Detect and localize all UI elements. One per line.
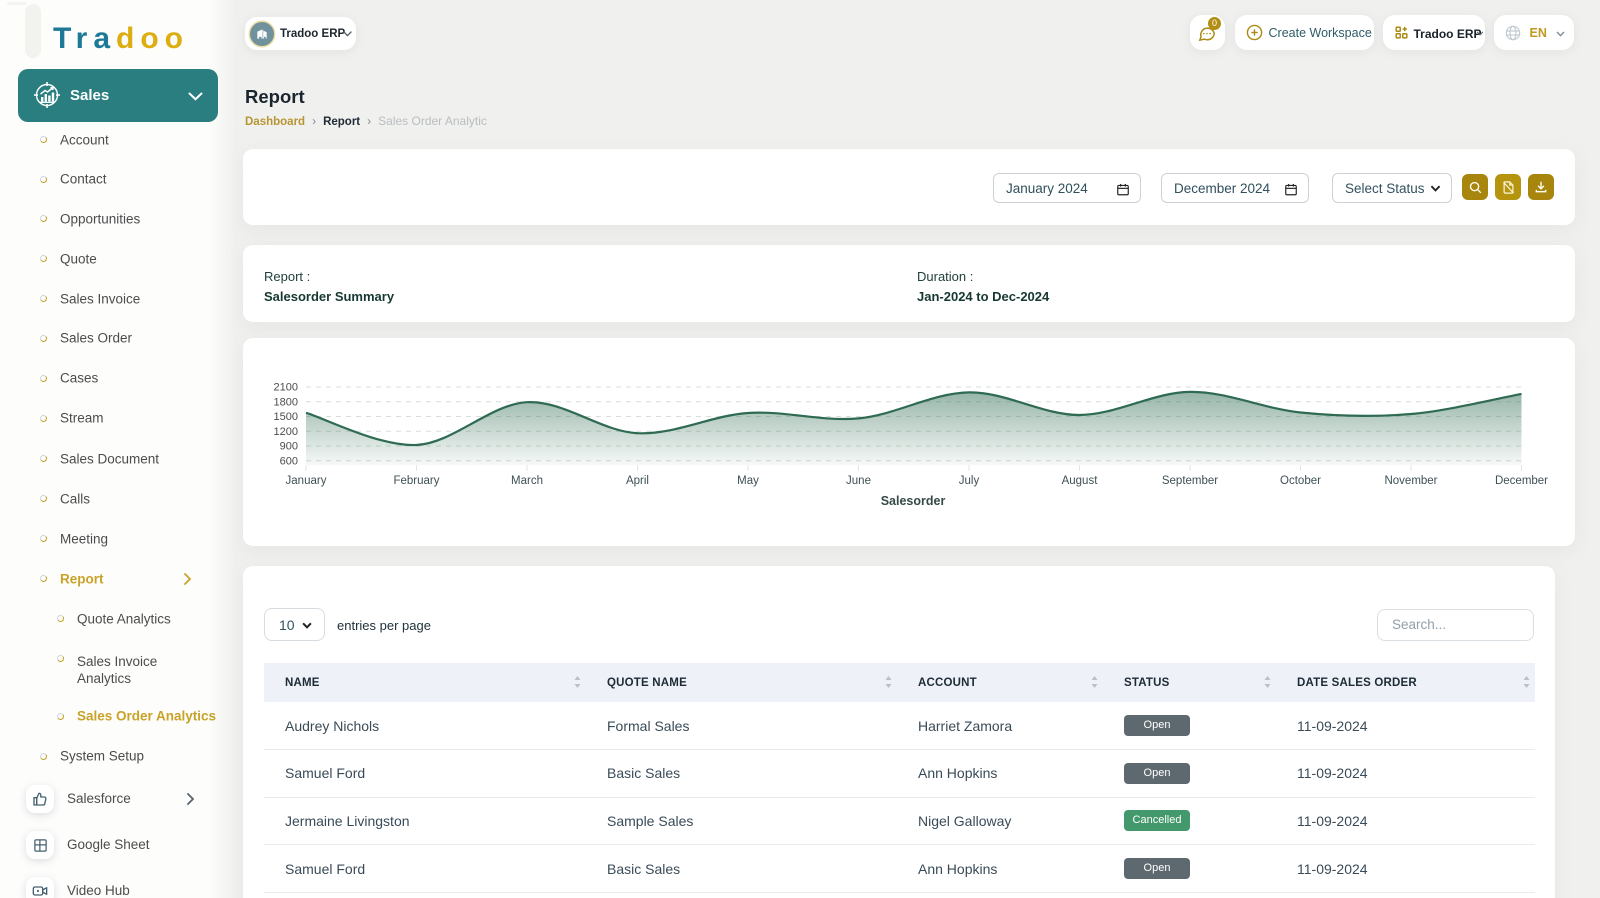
svg-text:June: June (846, 475, 871, 487)
svg-text:March: March (511, 475, 543, 487)
svg-text:Salesorder: Salesorder (881, 494, 946, 508)
svg-text:April: April (626, 475, 649, 487)
svg-text:February: February (393, 475, 439, 487)
svg-text:600: 600 (280, 455, 298, 467)
svg-text:May: May (737, 475, 759, 487)
svg-text:2100: 2100 (274, 382, 298, 394)
svg-text:August: August (1062, 475, 1099, 487)
svg-text:900: 900 (280, 441, 298, 453)
svg-text:November: November (1384, 475, 1437, 487)
svg-text:October: October (1280, 475, 1321, 487)
svg-text:1500: 1500 (274, 411, 298, 423)
svg-text:July: July (959, 475, 980, 487)
svg-text:1800: 1800 (274, 396, 298, 408)
svg-text:January: January (286, 475, 327, 487)
svg-text:September: September (1162, 475, 1218, 487)
svg-text:1200: 1200 (274, 426, 298, 438)
svg-text:December: December (1495, 475, 1548, 487)
